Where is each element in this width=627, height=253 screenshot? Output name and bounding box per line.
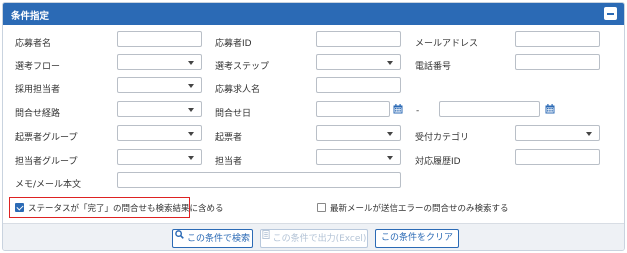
label-history-id: 対応履歴ID (415, 157, 461, 167)
clear-button-label: この条件をクリア (380, 233, 453, 243)
ticket-group-select[interactable] (117, 125, 202, 141)
assignee-select[interactable] (316, 149, 401, 165)
ticket-creator-select[interactable] (316, 125, 401, 141)
label-memo-body: メモ/メール本文 (15, 180, 82, 190)
label-applicant-name: 応募者名 (15, 39, 52, 49)
send-error-only-label[interactable]: 最新メールが送信エラーの問合せのみ検索する (330, 202, 509, 214)
date-range-separator: - (416, 106, 420, 116)
reception-category-select[interactable] (515, 125, 600, 141)
inquiry-date-from-input[interactable] (316, 101, 390, 117)
include-completed-checkbox[interactable] (15, 203, 24, 212)
include-completed-label[interactable]: ステータスが「完了」の問合せも検索結果に含める (28, 202, 224, 214)
search-icon (175, 229, 184, 246)
send-error-only-checkbox[interactable] (317, 203, 326, 212)
condition-panel: 条件指定 応募者名 応募者ID メールアドレス 選考フロー 選考ステップ 電話番… (2, 2, 625, 251)
label-ticket-creator: 起票者 (215, 133, 243, 143)
label-applicant-id: 応募者ID (215, 39, 252, 49)
label-inquiry-route: 問合せ経路 (15, 109, 61, 119)
label-ticket-group: 起票者グループ (15, 133, 78, 143)
clear-button[interactable]: この条件をクリア (375, 229, 459, 248)
search-button[interactable]: この条件で検索 (172, 229, 253, 248)
inquiry-route-select[interactable] (117, 101, 202, 117)
inquiry-date-to-input[interactable] (439, 101, 540, 117)
chevron-down-icon (188, 61, 194, 65)
chevron-down-icon (188, 108, 194, 112)
calendar-icon[interactable] (545, 104, 555, 114)
label-recruiter: 採用担当者 (15, 85, 61, 95)
label-job-posting: 応募求人名 (215, 85, 261, 95)
memo-body-input[interactable] (117, 172, 401, 188)
label-selection-step: 選考ステップ (215, 62, 270, 72)
label-email-address: メールアドレス (415, 39, 479, 49)
assignee-group-select[interactable] (117, 149, 202, 165)
label-assignee-group: 担当者グループ (15, 157, 78, 167)
label-phone-number: 電話番号 (415, 62, 452, 72)
recruiter-select[interactable] (117, 77, 202, 93)
calendar-icon[interactable] (393, 104, 403, 114)
phone-number-input[interactable] (515, 54, 600, 70)
label-assignee: 担当者 (215, 157, 243, 167)
chevron-down-icon (188, 132, 194, 136)
label-reception-category: 受付カテゴリ (415, 133, 470, 143)
document-icon (261, 229, 270, 246)
export-excel-button[interactable]: この条件で出力(Excel) (260, 229, 368, 248)
email-address-input[interactable] (515, 31, 600, 47)
label-selection-flow: 選考フロー (15, 62, 61, 72)
applicant-name-input[interactable] (117, 31, 202, 47)
panel-title: 条件指定 (11, 11, 50, 22)
export-excel-button-label: この条件で出力(Excel) (272, 234, 367, 244)
chevron-down-icon (188, 84, 194, 88)
chevron-down-icon (387, 132, 393, 136)
search-button-label: この条件で検索 (186, 234, 250, 244)
chevron-down-icon (387, 61, 393, 65)
applicant-id-input[interactable] (316, 31, 401, 47)
label-inquiry-date: 問合せ日 (215, 109, 252, 119)
panel-footer: この条件で検索 この条件で出力(Excel) この条件をクリア (3, 223, 624, 250)
chevron-down-icon (586, 132, 592, 136)
selection-flow-select[interactable] (117, 54, 202, 70)
history-id-input[interactable] (515, 149, 600, 165)
selection-step-select[interactable] (316, 54, 401, 70)
panel-header: 条件指定 (3, 3, 624, 25)
collapse-button[interactable] (604, 7, 617, 20)
job-posting-input[interactable] (316, 77, 401, 93)
chevron-down-icon (188, 156, 194, 160)
chevron-down-icon (387, 156, 393, 160)
